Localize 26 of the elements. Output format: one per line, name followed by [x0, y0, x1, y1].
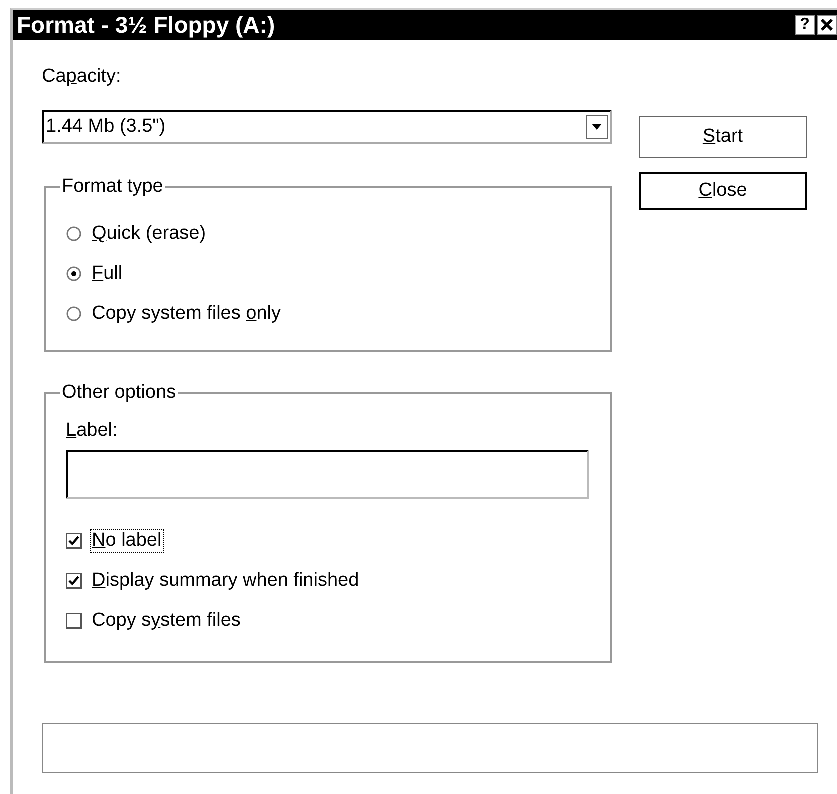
help-button[interactable]: ?: [795, 15, 815, 35]
checkbox[interactable]: [66, 533, 82, 549]
radio-button[interactable]: [66, 226, 82, 242]
checkbox-label[interactable]: Copy system files: [90, 609, 243, 633]
radio-label[interactable]: Copy system files only: [90, 302, 284, 326]
checkbox-label[interactable]: No label: [90, 529, 164, 553]
radio-label[interactable]: Quick (erase): [90, 222, 208, 246]
dropdown-button[interactable]: [586, 115, 608, 139]
group-title: Other options: [61, 382, 178, 404]
checkbox[interactable]: [66, 613, 82, 629]
dialog-button[interactable]: Close: [639, 172, 807, 210]
caret-icon: [591, 123, 603, 131]
label-input-field[interactable]: [66, 450, 589, 499]
capacity-label: Capacity:: [42, 66, 122, 88]
radio-button[interactable]: [66, 306, 82, 322]
window-title: Format - 3½ Floppy (A:): [17, 12, 276, 38]
group-title: Format type: [61, 176, 164, 198]
dialog-button[interactable]: Start: [639, 116, 807, 158]
close-icon: [820, 18, 834, 32]
checkbox-label[interactable]: Display summary when finished: [90, 569, 362, 593]
label-caption: Label:: [66, 420, 119, 442]
capacity-dropdown[interactable]: 1.44 Mb (3.5"): [42, 110, 612, 144]
checkbox[interactable]: [66, 573, 82, 589]
close-button[interactable]: [817, 15, 837, 35]
radio-button[interactable]: [66, 266, 82, 282]
radio-label[interactable]: Full: [90, 262, 125, 286]
